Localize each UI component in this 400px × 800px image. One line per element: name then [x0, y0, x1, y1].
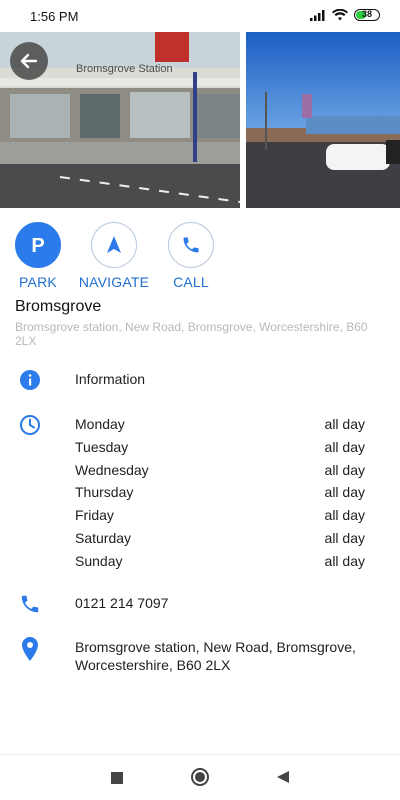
call-label: CALL	[173, 274, 209, 290]
hours-time: all day	[324, 552, 365, 569]
svg-text:P: P	[31, 235, 44, 256]
hours-row: Saturday all day	[75, 530, 365, 553]
hours-row: Sunday all day	[75, 553, 365, 576]
hours-day: Saturday	[75, 529, 132, 546]
hours-row: Monday all day	[75, 416, 365, 439]
hours-time: all day	[324, 484, 365, 501]
status-time: 1:56 PM	[30, 9, 79, 24]
station-photo-carpark[interactable]	[246, 32, 400, 208]
hours-time: all day	[324, 461, 365, 478]
address[interactable]: Bromsgrove station, New Road, Bromsgrove…	[75, 638, 375, 674]
opening-hours: Monday all day Tuesday all day Wednesday al…	[75, 416, 365, 576]
hours-row: Wednesday all day	[75, 462, 365, 485]
hours-row: Friday all day	[75, 507, 365, 530]
information-row[interactable]: Information	[75, 371, 145, 387]
hours-day: Tuesday	[75, 438, 129, 455]
place-subtitle: Bromsgrove station, New Road, Bromsgrove…	[15, 320, 368, 348]
info-icon	[19, 369, 41, 396]
battery-level: 38	[361, 9, 372, 19]
photo-strip[interactable]: Bromsgrove Station	[0, 32, 400, 208]
hours-day: Thursday	[75, 484, 134, 501]
hours-day: Wednesday	[75, 461, 149, 478]
hours-day: Sunday	[75, 552, 123, 569]
status-icons: 38	[310, 9, 380, 21]
hours-time: all day	[324, 438, 365, 455]
phone-number[interactable]: 0121 214 7097	[75, 595, 168, 611]
hours-day: Monday	[75, 416, 125, 432]
place-name: Bromsgrove	[15, 298, 102, 315]
back-button[interactable]	[10, 42, 48, 80]
battery-icon: 38	[354, 9, 380, 21]
signal-icon	[310, 10, 325, 21]
clock-icon	[19, 414, 41, 441]
hours-time: all day	[324, 529, 365, 546]
navigate-arrow-icon	[91, 222, 137, 268]
back-triangle-icon[interactable]	[276, 770, 290, 789]
hours-time: all day	[324, 416, 365, 432]
arrow-left-icon	[20, 53, 38, 69]
parking-icon: P	[15, 222, 61, 268]
recents-square-icon[interactable]	[111, 771, 123, 789]
system-nav-bar	[0, 754, 400, 800]
phone-icon	[168, 222, 214, 268]
wifi-icon	[332, 9, 348, 21]
call-button[interactable]: CALL	[146, 222, 236, 290]
hours-day: Friday	[75, 507, 114, 524]
action-buttons: P PARK NAVIGATE CALL	[0, 222, 400, 292]
hours-row: Tuesday all day	[75, 439, 365, 462]
station-sign-text: Bromsgrove Station	[76, 63, 173, 75]
hours-time: all day	[324, 507, 365, 524]
hours-row: Thursday all day	[75, 484, 365, 507]
status-bar: 1:56 PM 38	[0, 0, 400, 32]
home-circle-icon[interactable]	[190, 767, 210, 792]
location-pin-icon	[19, 636, 41, 667]
phone-row-icon	[19, 593, 41, 620]
